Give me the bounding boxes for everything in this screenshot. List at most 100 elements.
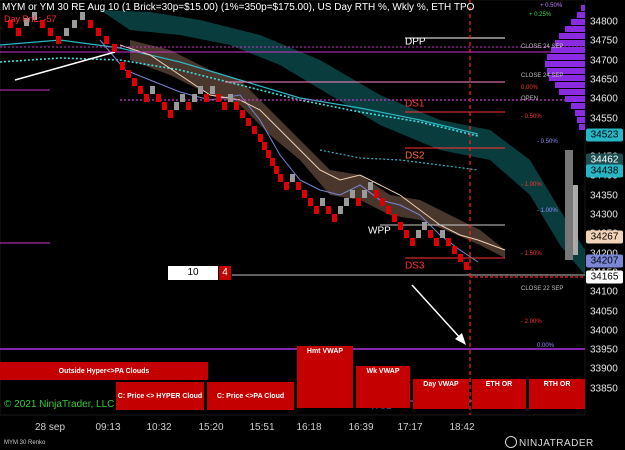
renko-brick xyxy=(434,238,439,246)
grey-volume-bar-2 xyxy=(573,185,578,255)
eth-or-button[interactable]: ETH OR xyxy=(472,379,526,409)
renko-brick xyxy=(234,102,239,110)
profile-bar xyxy=(555,82,585,88)
renko-brick xyxy=(104,36,109,44)
renko-brick xyxy=(350,190,355,198)
renko-brick xyxy=(96,28,101,36)
renko-brick xyxy=(308,198,313,206)
renko-brick xyxy=(174,102,179,110)
grey-volume-bar xyxy=(565,150,573,260)
renko-brick xyxy=(198,86,203,94)
renko-brick xyxy=(138,86,143,94)
time-axis-label: 15:20 xyxy=(198,422,224,433)
renko-brick xyxy=(274,166,279,174)
profile-bar xyxy=(559,33,585,39)
price-axis-label: 33850 xyxy=(590,383,618,395)
rth-or-button[interactable]: RTH OR xyxy=(529,379,585,409)
pct-label: + 0.25% xyxy=(529,12,552,18)
time-axis-label: 18:42 xyxy=(449,422,475,433)
renko-brick xyxy=(440,230,445,238)
open-tag: OPEN xyxy=(521,96,539,102)
renko-brick xyxy=(362,190,367,198)
pct-label: - 1.00% xyxy=(537,208,558,214)
renko-brick xyxy=(258,134,263,142)
renko-brick xyxy=(374,190,379,198)
renko-brick xyxy=(216,94,221,102)
renko-brick xyxy=(302,190,307,198)
renko-brick xyxy=(332,214,337,222)
volume-profile xyxy=(545,5,585,130)
pct-label: - 0.50% xyxy=(521,114,542,120)
pct-label: - 2.00% xyxy=(521,319,542,325)
instrument-footer: MYM 30 Renko xyxy=(4,440,46,446)
renko-brick xyxy=(428,230,433,238)
renko-brick xyxy=(422,222,427,230)
renko-brick xyxy=(344,198,349,206)
renko-brick xyxy=(326,206,331,214)
price-hyper-cloud-button[interactable]: C: Price <> HYPER Cloud xyxy=(116,382,204,410)
pnl-indicator: Day PnL: -57 xyxy=(4,14,57,24)
brick-count-box: 10 xyxy=(168,266,218,280)
renko-brick xyxy=(204,94,209,102)
price-axis-label: 33950 xyxy=(590,344,618,356)
renko-brick xyxy=(180,94,185,102)
renko-brick xyxy=(16,28,21,36)
renko-brick xyxy=(64,28,69,36)
profile-bar xyxy=(547,54,585,60)
renko-brick xyxy=(246,118,251,126)
renko-brick xyxy=(338,206,343,214)
pct-label: - 1.00% xyxy=(521,182,542,188)
price-axis-label: 33900 xyxy=(590,363,618,375)
time-axis-label: 09:13 xyxy=(95,422,121,433)
profile-bar xyxy=(571,103,585,109)
renko-brick xyxy=(284,182,289,190)
price-marker: 34438 xyxy=(586,164,623,178)
price-axis-label: 34100 xyxy=(590,286,618,298)
price-marker: 34165 xyxy=(586,270,623,284)
renko-brick xyxy=(228,94,233,102)
renko-brick xyxy=(112,44,117,52)
day-vwap-button[interactable]: Day VWAP xyxy=(413,379,469,409)
price-axis-label: 34550 xyxy=(590,113,618,124)
renko-brick xyxy=(398,222,403,230)
time-axis-label: 15:51 xyxy=(249,422,275,433)
renko-brick xyxy=(416,230,421,238)
renko-brick xyxy=(240,110,245,118)
profile-bar xyxy=(571,19,585,25)
profile-bar xyxy=(545,61,585,67)
renko-brick xyxy=(168,110,173,118)
renko-brick xyxy=(48,28,53,36)
profile-bar xyxy=(559,89,585,95)
hmt-vwap-button[interactable]: Hmt VWAP xyxy=(297,346,353,408)
pct-label: 0.00% xyxy=(521,85,539,91)
copyright-text: © 2021 NinjaTrader, LLC xyxy=(4,399,115,410)
renko-brick xyxy=(210,86,215,94)
pct-label: + 0.50% xyxy=(540,3,563,9)
hyper-cloud xyxy=(100,10,585,275)
price-axis-label: 34050 xyxy=(590,306,618,317)
price-axis-label: 34300 xyxy=(590,209,618,221)
price-pa-cloud-button[interactable]: C: Price <>PA Cloud xyxy=(207,382,294,410)
time-axis-label: 16:18 xyxy=(296,422,322,433)
renko-brick xyxy=(120,62,125,70)
renko-brick xyxy=(126,70,131,78)
renko-brick xyxy=(144,94,149,102)
renko-brick xyxy=(186,102,191,110)
wk-vwap-button[interactable]: Wk VWAP xyxy=(356,366,410,408)
dpp-label: DPP xyxy=(405,36,426,48)
price-axis-label: 34600 xyxy=(590,93,618,105)
close-24-sep-tag-top: CLOSE 24 SEP xyxy=(521,44,564,50)
renko-brick xyxy=(252,126,257,134)
time-axis-label: 10:32 xyxy=(146,422,172,433)
renko-brick xyxy=(192,94,197,102)
renko-brick xyxy=(56,36,61,44)
arrow-shaft xyxy=(411,284,463,341)
close-22-sep-tag: CLOSE 22 SEP xyxy=(521,286,564,292)
teal-lower-dotted xyxy=(319,149,479,171)
renko-brick xyxy=(88,20,93,28)
renko-brick xyxy=(262,142,267,150)
renko-brick xyxy=(278,174,283,182)
outside-hyper-pa-clouds-button[interactable]: Outside Hyper<>PA Clouds xyxy=(0,362,208,380)
price-marker: 34267 xyxy=(586,230,623,244)
profile-bar xyxy=(575,110,585,116)
